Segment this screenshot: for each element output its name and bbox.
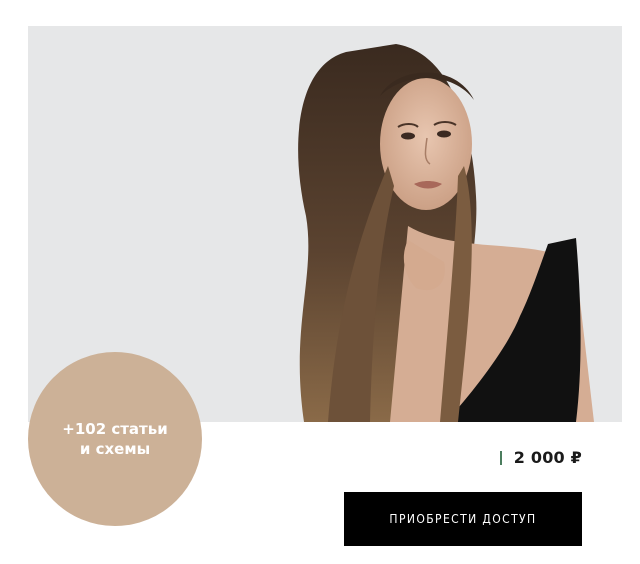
- price-row: 2 000 ₽: [499, 448, 582, 467]
- product-card: +102 статьи и схемы 2 000 ₽ ПРИОБРЕСТИ Д…: [0, 0, 640, 564]
- buy-access-button[interactable]: ПРИОБРЕСТИ ДОСТУП: [344, 492, 582, 546]
- price-value: 2 000 ₽: [513, 448, 582, 467]
- articles-count-badge: +102 статьи и схемы: [28, 352, 202, 526]
- price-accent-bar: [499, 450, 502, 465]
- articles-count-text: +102 статьи и схемы: [62, 420, 168, 458]
